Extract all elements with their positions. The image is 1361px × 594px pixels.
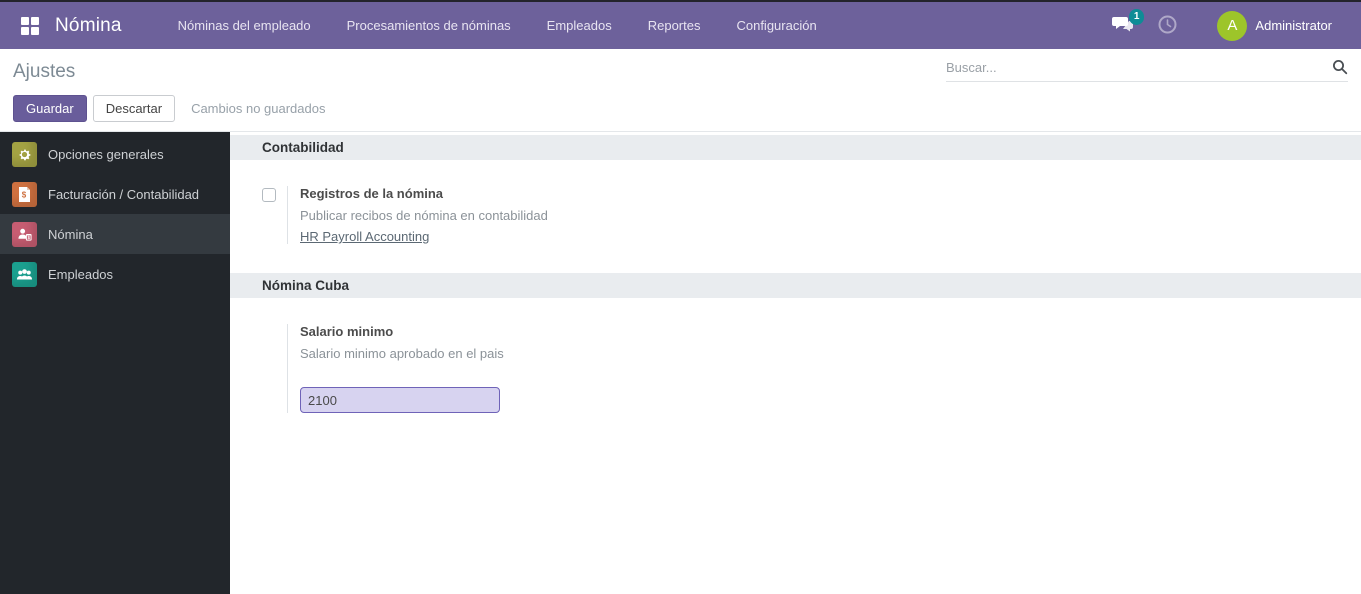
setting-payroll-entries: Registros de la nómina Publicar recibos … [230, 186, 1361, 244]
gear-icon [12, 142, 37, 167]
setting-minimum-salary: Salario minimo Salario minimo aprobado e… [230, 324, 1361, 413]
search-bar [946, 59, 1348, 82]
messages-count-badge: 1 [1129, 9, 1145, 25]
sidebar-item-label: Facturación / Contabilidad [48, 187, 199, 202]
sidebar-item-employees[interactable]: Empleados [0, 254, 230, 294]
payroll-entries-checkbox[interactable] [262, 188, 276, 202]
setting-help-text: Salario minimo aprobado en el pais [300, 346, 504, 361]
section-body-payroll-cuba: Salario minimo Salario minimo aprobado e… [230, 298, 1361, 439]
hr-payroll-accounting-link[interactable]: HR Payroll Accounting [300, 229, 429, 244]
user-avatar: A [1217, 11, 1247, 41]
search-icon[interactable] [1332, 59, 1348, 75]
section-header-accounting: Contabilidad [230, 135, 1361, 160]
sidebar-item-label: Nómina [48, 227, 93, 242]
discard-button[interactable]: Descartar [93, 95, 175, 122]
app-brand-title[interactable]: Nómina [55, 15, 122, 37]
main-area: Opciones generales $ Facturación / Conta… [0, 131, 1361, 594]
menu-item-reports[interactable]: Reportes [630, 2, 719, 49]
employees-icon [12, 262, 37, 287]
app-window: Nómina Nóminas del empleado Procesamient… [0, 0, 1361, 594]
section-body-accounting: Registros de la nómina Publicar recibos … [230, 160, 1361, 270]
payroll-icon: $ [12, 222, 37, 247]
user-name: Administrator [1255, 18, 1332, 33]
setting-label[interactable]: Registros de la nómina [300, 186, 548, 201]
sidebar-item-label: Empleados [48, 267, 113, 282]
settings-content: Contabilidad Registros de la nómina Publ… [230, 132, 1361, 594]
svg-text:$: $ [22, 190, 27, 199]
systray: 1 A Administrator [1102, 5, 1348, 47]
menu-item-employees[interactable]: Empleados [529, 2, 630, 49]
sidebar-item-general-settings[interactable]: Opciones generales [0, 134, 230, 174]
user-menu[interactable]: A Administrator [1207, 5, 1348, 47]
search-input[interactable] [946, 60, 1332, 75]
control-panel: Ajustes Guardar Descartar Cambios no gua… [0, 49, 1361, 131]
sidebar-item-invoicing[interactable]: $ Facturación / Contabilidad [0, 174, 230, 214]
menu-item-payslips[interactable]: Nóminas del empleado [160, 2, 329, 49]
setting-label: Salario minimo [300, 324, 504, 339]
messages-button[interactable]: 1 [1102, 9, 1144, 42]
apps-menu-button[interactable] [13, 9, 47, 43]
section-header-payroll-cuba: Nómina Cuba [230, 273, 1361, 298]
activities-button[interactable] [1148, 9, 1187, 43]
minimum-salary-input[interactable] [300, 387, 500, 413]
sidebar-item-payroll[interactable]: $ Nómina [0, 214, 230, 254]
clock-icon [1158, 15, 1177, 37]
menu-item-settings[interactable]: Configuración [718, 2, 834, 49]
setting-help-text: Publicar recibos de nómina en contabilid… [300, 208, 548, 223]
menu-item-batches[interactable]: Procesamientos de nóminas [329, 2, 529, 49]
invoice-icon: $ [12, 182, 37, 207]
sidebar-item-label: Opciones generales [48, 147, 164, 162]
apps-grid-icon [21, 17, 39, 35]
main-menu: Nóminas del empleado Procesamientos de n… [160, 2, 835, 49]
top-navbar: Nómina Nóminas del empleado Procesamient… [0, 2, 1361, 49]
control-panel-buttons: Guardar Descartar Cambios no guardados [13, 95, 1348, 122]
settings-sidebar: Opciones generales $ Facturación / Conta… [0, 132, 230, 594]
unsaved-changes-label: Cambios no guardados [191, 101, 325, 116]
save-button[interactable]: Guardar [13, 95, 87, 122]
